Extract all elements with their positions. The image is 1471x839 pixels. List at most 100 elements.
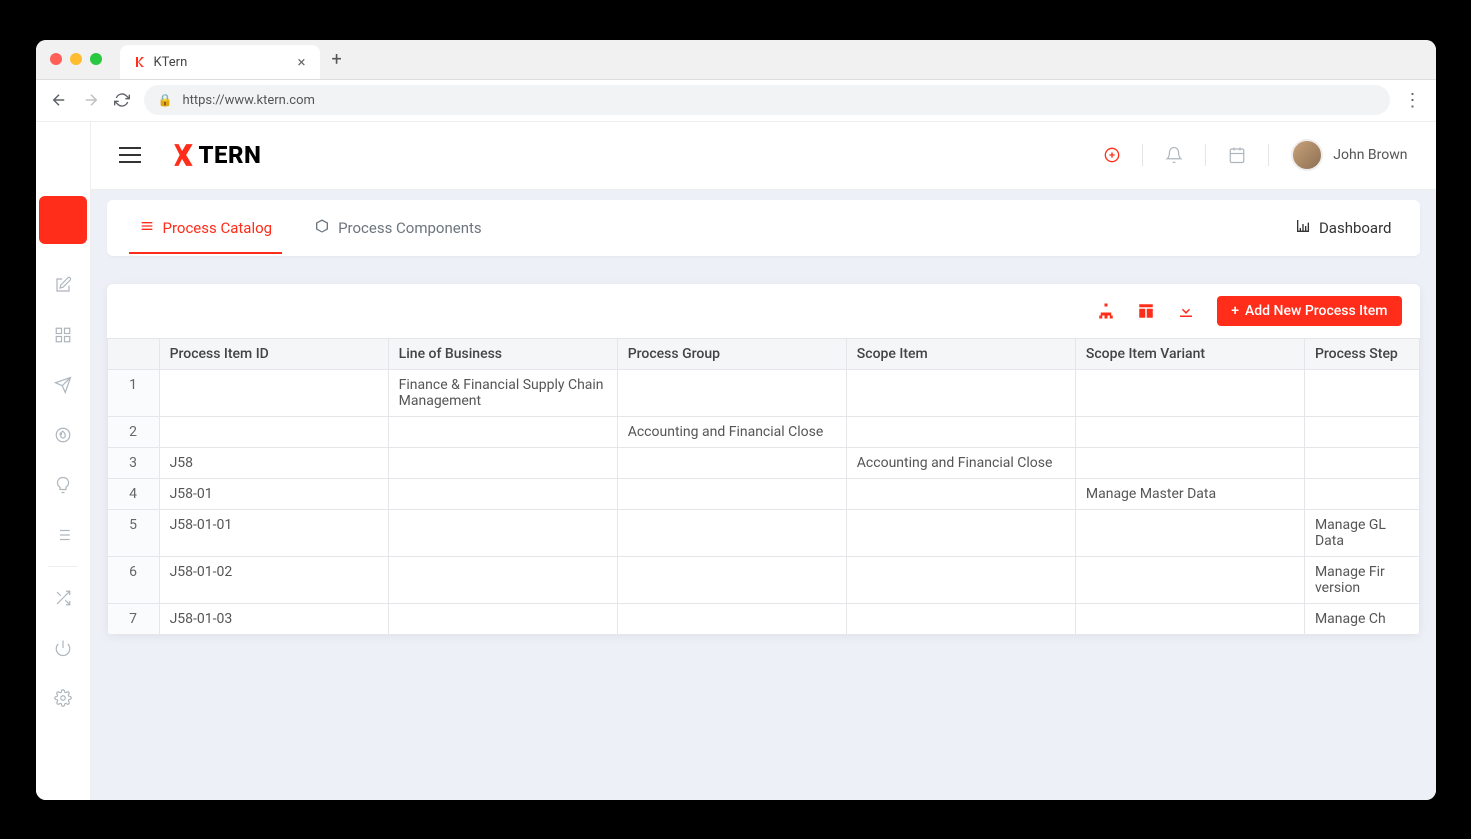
grid-icon[interactable] (46, 318, 80, 352)
cell-ps[interactable] (1304, 369, 1419, 416)
edit-icon[interactable] (46, 268, 80, 302)
menu-toggle[interactable] (119, 142, 141, 168)
cell-si[interactable] (846, 478, 1075, 509)
table-row[interactable]: 7J58-01-03 Manage Ch (107, 603, 1419, 634)
table-row[interactable]: 3J58Accounting and Financial Close (107, 447, 1419, 478)
col-header-id[interactable]: Process Item ID (159, 338, 388, 369)
maximize-window-button[interactable] (90, 53, 102, 65)
cell-ps[interactable]: Manage GL Data (1304, 509, 1419, 556)
tab-process-components[interactable]: Process Components (310, 218, 486, 254)
row-number: 7 (107, 603, 159, 634)
table-row[interactable]: 6J58-01-02Manage Fir version (107, 556, 1419, 603)
cell-si[interactable] (846, 509, 1075, 556)
cell-siv[interactable] (1075, 603, 1304, 634)
divider (1142, 144, 1143, 166)
gear-icon[interactable] (46, 681, 80, 715)
cell-id[interactable]: J58-01-03 (159, 603, 388, 634)
send-icon[interactable] (46, 368, 80, 402)
browser-tab[interactable]: KTern × (120, 45, 320, 79)
browser-menu-icon[interactable]: ⋮ (1404, 90, 1422, 111)
table-row[interactable]: 1Finance & Financial Supply Chain Manage… (107, 369, 1419, 416)
minimize-window-button[interactable] (70, 53, 82, 65)
cell-id[interactable] (159, 369, 388, 416)
list-icon (139, 218, 155, 238)
list-icon[interactable] (46, 518, 80, 552)
cell-pg[interactable] (617, 509, 846, 556)
cell-id[interactable]: J58-01-01 (159, 509, 388, 556)
cell-ps[interactable] (1304, 478, 1419, 509)
fire-icon[interactable] (46, 418, 80, 452)
sidebar-item-active[interactable] (39, 196, 87, 244)
cell-siv[interactable] (1075, 509, 1304, 556)
cell-lob[interactable] (388, 509, 617, 556)
add-process-item-button[interactable]: + Add New Process Item (1217, 296, 1401, 326)
cell-pg[interactable] (617, 447, 846, 478)
calendar-icon[interactable] (1228, 146, 1246, 164)
cell-id[interactable]: J58-01-02 (159, 556, 388, 603)
col-header-siv[interactable]: Scope Item Variant (1075, 338, 1304, 369)
url-input[interactable]: 🔒 https://www.ktern.com (144, 85, 1390, 115)
close-window-button[interactable] (50, 53, 62, 65)
cell-siv[interactable] (1075, 369, 1304, 416)
cell-si[interactable]: Accounting and Financial Close (846, 447, 1075, 478)
cell-id[interactable]: J58 (159, 447, 388, 478)
main-content: TERN John Brown (91, 122, 1436, 800)
tab-label: Process Components (338, 219, 482, 237)
forward-button[interactable] (82, 91, 100, 109)
cell-pg[interactable] (617, 603, 846, 634)
cell-siv[interactable]: Manage Master Data (1075, 478, 1304, 509)
cell-pg[interactable] (617, 478, 846, 509)
table-row[interactable]: 2Accounting and Financial Close (107, 416, 1419, 447)
bell-icon[interactable] (1165, 146, 1183, 164)
user-name: John Brown (1333, 147, 1407, 163)
back-button[interactable] (50, 91, 68, 109)
close-tab-icon[interactable]: × (297, 53, 305, 71)
cell-pg[interactable]: Accounting and Financial Close (617, 416, 846, 447)
cell-siv[interactable] (1075, 447, 1304, 478)
cell-si[interactable] (846, 416, 1075, 447)
cell-ps[interactable]: Manage Fir version (1304, 556, 1419, 603)
cell-lob[interactable] (388, 416, 617, 447)
col-header-number[interactable] (107, 338, 159, 369)
download-icon[interactable] (1177, 302, 1195, 320)
bulb-icon[interactable] (46, 468, 80, 502)
cell-ps[interactable]: Manage Ch (1304, 603, 1419, 634)
dashboard-link[interactable]: Dashboard (1295, 218, 1392, 238)
chart-icon (1295, 218, 1311, 238)
cell-lob[interactable] (388, 447, 617, 478)
tab-process-catalog[interactable]: Process Catalog (135, 218, 277, 254)
col-header-ps[interactable]: Process Step (1304, 338, 1419, 369)
cell-siv[interactable] (1075, 416, 1304, 447)
dashboard-label: Dashboard (1319, 219, 1392, 237)
reload-button[interactable] (114, 92, 130, 108)
table-row[interactable]: 4J58-01Manage Master Data (107, 478, 1419, 509)
cell-lob[interactable] (388, 556, 617, 603)
table-card: + Add New Process Item Process Item ID L… (107, 284, 1420, 635)
cell-lob[interactable]: Finance & Financial Supply Chain Managem… (388, 369, 617, 416)
cell-siv[interactable] (1075, 556, 1304, 603)
add-icon[interactable] (1104, 147, 1120, 163)
shuffle-icon[interactable] (46, 581, 80, 615)
divider (1268, 144, 1269, 166)
table-icon[interactable] (1137, 302, 1155, 320)
cell-si[interactable] (846, 556, 1075, 603)
cell-lob[interactable] (388, 478, 617, 509)
col-header-si[interactable]: Scope Item (846, 338, 1075, 369)
cell-lob[interactable] (388, 603, 617, 634)
cell-id[interactable] (159, 416, 388, 447)
cell-id[interactable]: J58-01 (159, 478, 388, 509)
user-menu[interactable]: John Brown (1291, 139, 1407, 171)
cell-ps[interactable] (1304, 416, 1419, 447)
table-row[interactable]: 5J58-01-01Manage GL Data (107, 509, 1419, 556)
col-header-lob[interactable]: Line of Business (388, 338, 617, 369)
new-tab-button[interactable]: + (332, 49, 342, 70)
col-header-pg[interactable]: Process Group (617, 338, 846, 369)
brand-logo: TERN (171, 141, 262, 169)
cell-pg[interactable] (617, 556, 846, 603)
cell-si[interactable] (846, 369, 1075, 416)
hierarchy-icon[interactable] (1097, 302, 1115, 320)
power-icon[interactable] (46, 631, 80, 665)
cell-si[interactable] (846, 603, 1075, 634)
cell-ps[interactable] (1304, 447, 1419, 478)
cell-pg[interactable] (617, 369, 846, 416)
